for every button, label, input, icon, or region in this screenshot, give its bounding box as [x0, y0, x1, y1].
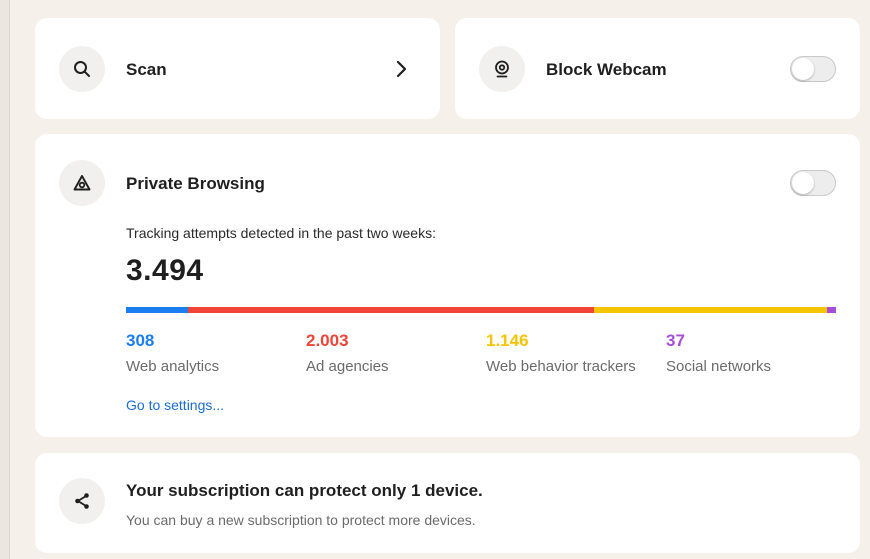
- subscription-description: You can buy a new subscription to protec…: [126, 512, 476, 528]
- stat-value-web-analytics: 308: [126, 331, 155, 350]
- stat-label-web-behavior: Web behavior trackers: [486, 358, 636, 375]
- chevron-right-icon[interactable]: [395, 59, 409, 79]
- subscription-card: Your subscription can protect only 1 dev…: [35, 453, 860, 553]
- webcam-icon-container: [479, 46, 525, 92]
- private-browsing-icon: [73, 175, 91, 191]
- scan-icon-container: [59, 46, 105, 92]
- webcam-icon: [495, 60, 509, 78]
- stat-value-social-networks: 37: [666, 331, 685, 350]
- scan-label: Scan: [126, 60, 167, 79]
- private-browsing-icon-container: [59, 160, 105, 206]
- stat-label-ad-agencies: Ad agencies: [306, 358, 389, 375]
- private-browsing-toggle[interactable]: [790, 170, 836, 196]
- window-edge: [0, 0, 10, 559]
- share-icon-container: [59, 478, 105, 524]
- toggle-knob: [792, 172, 814, 194]
- bar-segment-social-networks: [827, 307, 836, 313]
- stat-value-ad-agencies: 2.003: [306, 331, 349, 350]
- stat-value-web-behavior: 1.146: [486, 331, 529, 350]
- bar-segment-web-behavior: [594, 307, 827, 313]
- bar-segment-web-analytics: [126, 307, 188, 313]
- webcam-card: Block Webcam: [455, 18, 860, 119]
- share-icon: [75, 493, 89, 509]
- scan-card[interactable]: Scan: [35, 18, 440, 119]
- webcam-toggle[interactable]: [790, 56, 836, 82]
- stat-label-social-networks: Social networks: [666, 358, 772, 375]
- go-to-settings-link[interactable]: Go to settings...: [126, 397, 224, 413]
- stat-label-web-analytics: Web analytics: [126, 358, 220, 375]
- private-browsing-label: Private Browsing: [126, 174, 265, 193]
- webcam-label: Block Webcam: [546, 60, 667, 79]
- tracking-total: 3.494: [126, 254, 204, 287]
- search-icon: [74, 61, 90, 77]
- tracking-description: Tracking attempts detected in the past t…: [126, 225, 436, 241]
- toggle-knob: [792, 58, 814, 80]
- bar-segment-ad-agencies: [188, 307, 594, 313]
- subscription-title: Your subscription can protect only 1 dev…: [126, 481, 483, 500]
- app-root: Scan Block Webcam Private Browsing Track…: [0, 0, 870, 559]
- tracking-distribution-bar: [126, 307, 836, 313]
